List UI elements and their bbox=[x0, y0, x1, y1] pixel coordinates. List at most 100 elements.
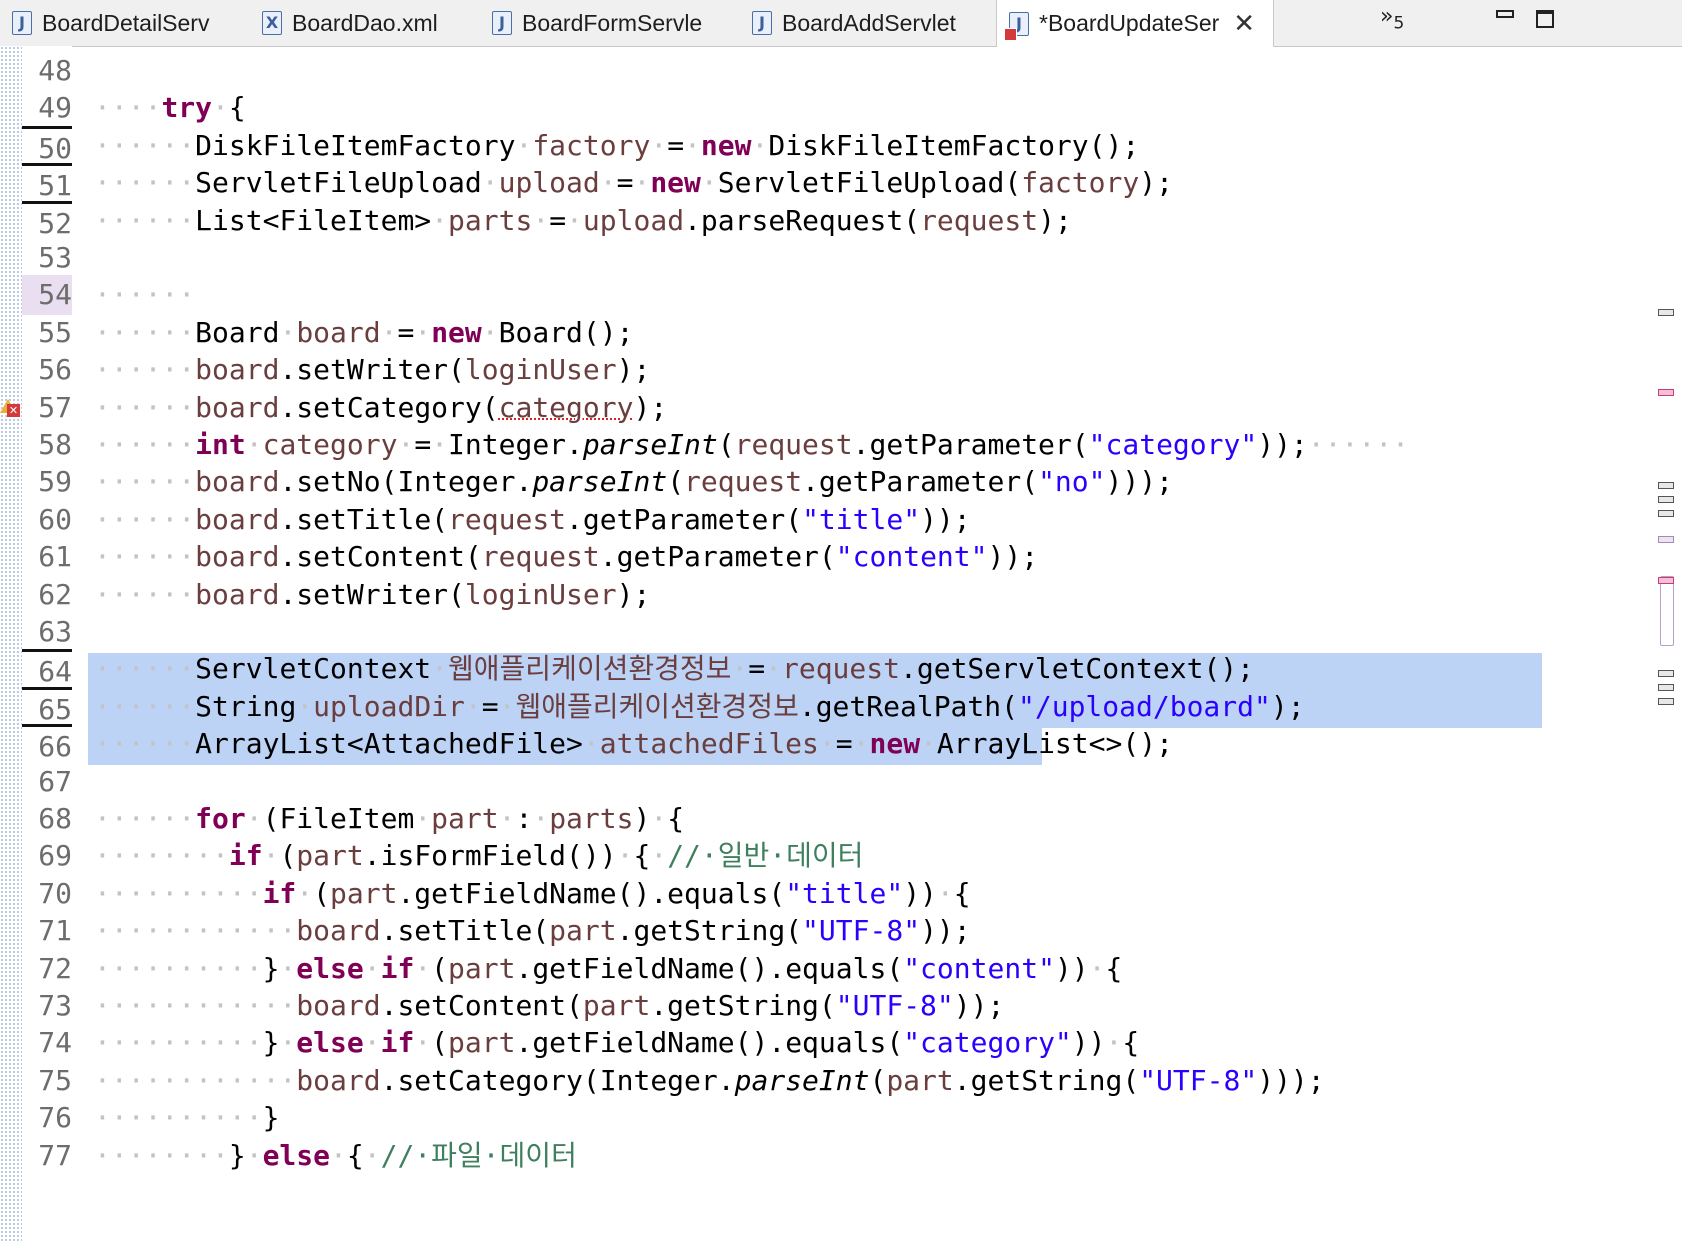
line-number[interactable]: 72 bbox=[22, 949, 72, 989]
line-number[interactable]: 57 bbox=[22, 388, 72, 428]
code-text: { bbox=[1105, 952, 1123, 985]
line-number[interactable]: 62 bbox=[22, 575, 72, 615]
code-text: { bbox=[633, 839, 651, 872]
line-number[interactable]: 71 bbox=[22, 911, 72, 951]
code-line[interactable]: ········}·else·{·//·파일·데이터 bbox=[94, 1136, 577, 1176]
tab-boarddao-xml[interactable]: X BoardDao.xml bbox=[262, 0, 438, 46]
code-line[interactable]: ······board.setCategory(category); bbox=[94, 388, 667, 428]
whitespace-marker: · bbox=[245, 1139, 263, 1172]
tab-boardformservlet[interactable]: J BoardFormServle bbox=[492, 0, 702, 46]
code-line[interactable]: ······List<FileItem>·parts·=·upload.pars… bbox=[94, 201, 1072, 241]
overview-marker[interactable] bbox=[1658, 670, 1674, 677]
line-number[interactable]: 54 bbox=[22, 275, 72, 315]
code-line[interactable]: ········if·(part.isFormField())·{·//·일반·… bbox=[94, 836, 863, 876]
line-number[interactable]: 76 bbox=[22, 1098, 72, 1138]
line-number[interactable]: 63 bbox=[22, 612, 72, 652]
code-line[interactable]: ······String·uploadDir·=·웹애플리케이션환경정보.get… bbox=[94, 687, 1305, 727]
line-number[interactable]: 61 bbox=[22, 537, 72, 577]
overview-marker[interactable] bbox=[1658, 510, 1674, 517]
whitespace-marker: ············ bbox=[94, 989, 297, 1022]
tab-boardupdateservlet[interactable]: J *BoardUpdateSer ✕ bbox=[996, 0, 1275, 47]
close-icon[interactable]: ✕ bbox=[1233, 9, 1255, 39]
line-number[interactable]: 64 bbox=[22, 649, 72, 689]
whitespace-marker: ······ bbox=[94, 727, 196, 760]
overview-marker[interactable] bbox=[1658, 684, 1674, 691]
code-line[interactable]: ······ServletFileUpload·upload·=·new·Ser… bbox=[94, 163, 1173, 203]
code-line[interactable]: ······for·(FileItem·part·:·parts)·{ bbox=[94, 799, 684, 839]
overview-marker[interactable] bbox=[1658, 482, 1674, 489]
line-number[interactable]: 58 bbox=[22, 425, 72, 465]
line-number[interactable]: 53 bbox=[22, 238, 72, 278]
line-number[interactable]: 70 bbox=[22, 874, 72, 914]
code-line[interactable]: ······board.setTitle(request.getParamete… bbox=[94, 500, 971, 540]
minimize-icon[interactable] bbox=[1496, 10, 1514, 18]
line-number[interactable]: 48 bbox=[22, 51, 72, 91]
line-number[interactable]: 52 bbox=[22, 201, 72, 241]
method-name: parseInt bbox=[582, 428, 718, 461]
line-number[interactable]: 49 bbox=[22, 88, 72, 128]
line-number[interactable]: 67 bbox=[22, 762, 72, 802]
code-line[interactable]: ······board.setContent(request.getParame… bbox=[94, 537, 1038, 577]
line-number[interactable]: 59 bbox=[22, 462, 72, 502]
code-line[interactable]: ······Board·board·=·new·Board(); bbox=[94, 313, 633, 353]
line-number[interactable]: 65 bbox=[22, 687, 72, 727]
tab-boarddetailservlet[interactable]: J BoardDetailServ bbox=[12, 0, 209, 46]
code-line[interactable]: ······int·category·=·Integer.parseInt(re… bbox=[94, 425, 1409, 465]
tab-overflow-button[interactable]: »5 bbox=[1380, 4, 1404, 33]
string-literal: "UTF-8" bbox=[1139, 1064, 1258, 1097]
line-number[interactable]: 74 bbox=[22, 1023, 72, 1063]
code-text: String bbox=[195, 690, 297, 723]
code-line[interactable]: ··········if·(part.getFieldName().equals… bbox=[94, 874, 971, 914]
identifier: part bbox=[330, 877, 398, 910]
line-number[interactable]: 75 bbox=[22, 1061, 72, 1101]
maximize-icon[interactable] bbox=[1536, 10, 1554, 28]
whitespace-marker: · bbox=[481, 316, 499, 349]
identifier: request bbox=[481, 540, 600, 573]
code-text: Integer. bbox=[448, 428, 583, 461]
code-line[interactable]: ······ServletContext·웹애플리케이션환경정보·=·reque… bbox=[94, 649, 1254, 689]
line-number[interactable]: 60 bbox=[22, 500, 72, 540]
line-number[interactable]: 50 bbox=[22, 126, 72, 166]
line-number[interactable]: 73 bbox=[22, 986, 72, 1026]
overview-marker[interactable] bbox=[1658, 496, 1674, 503]
error-identifier: category bbox=[498, 391, 634, 424]
code-text: ( bbox=[279, 839, 297, 872]
code-line[interactable]: ············board.setCategory(Integer.pa… bbox=[94, 1061, 1325, 1101]
line-number[interactable]: 77 bbox=[22, 1136, 72, 1176]
whitespace-marker: · bbox=[363, 952, 381, 985]
code-line[interactable]: ············board.setContent(part.getStr… bbox=[94, 986, 1004, 1026]
overview-ruler[interactable] bbox=[1650, 46, 1682, 1242]
code-line[interactable]: ··········} bbox=[94, 1098, 279, 1138]
line-number[interactable]: 69 bbox=[22, 836, 72, 876]
tab-label: BoardDetailServ bbox=[42, 9, 210, 36]
overview-marker[interactable] bbox=[1658, 309, 1674, 316]
code-line[interactable]: ··········}·else·if·(part.getFieldName()… bbox=[94, 949, 1122, 989]
overview-error-marker[interactable] bbox=[1658, 577, 1674, 584]
line-number[interactable]: 51 bbox=[22, 163, 72, 203]
code-line[interactable]: ······ArrayList<AttachedFile>·attachedFi… bbox=[94, 724, 1173, 764]
tab-boardaddservlet[interactable]: J BoardAddServlet bbox=[752, 0, 956, 46]
code-text: = bbox=[549, 204, 567, 237]
code-text: .getFieldName().equals( bbox=[515, 952, 904, 985]
overview-scroll-thumb[interactable] bbox=[1660, 576, 1674, 646]
line-number[interactable]: 66 bbox=[22, 724, 72, 764]
code-line[interactable]: ······DiskFileItemFactory·factory·=·new·… bbox=[94, 126, 1139, 166]
error-warning-icon[interactable]: ✕ bbox=[0, 399, 20, 417]
overview-marker[interactable] bbox=[1658, 698, 1674, 705]
code-line[interactable]: ··········}·else·if·(part.getFieldName()… bbox=[94, 1023, 1139, 1063]
code-line[interactable]: ······ bbox=[94, 275, 195, 315]
code-line[interactable]: ············board.setTitle(part.getStrin… bbox=[94, 911, 971, 951]
code-line[interactable]: ····try·{ bbox=[94, 88, 246, 128]
line-number[interactable]: 56 bbox=[22, 350, 72, 390]
annotation-ruler[interactable]: ✕ bbox=[0, 46, 22, 1242]
code-line[interactable]: ······board.setWriter(loginUser); bbox=[94, 575, 650, 615]
code-editor-area[interactable]: ····try·{······DiskFileItemFactory·facto… bbox=[88, 46, 1654, 1242]
line-number-gutter[interactable]: 48 49 50 51 52 53 54 55 56 57 58 59 60 61 62 63 64 65 66 67… bbox=[22, 46, 72, 1242]
overview-marker[interactable] bbox=[1658, 536, 1674, 543]
code-line[interactable]: ······board.setWriter(loginUser); bbox=[94, 350, 650, 390]
line-number[interactable]: 55 bbox=[22, 313, 72, 353]
overview-error-marker[interactable] bbox=[1658, 389, 1674, 396]
string-literal: "content" bbox=[903, 952, 1055, 985]
code-line[interactable]: ······board.setNo(Integer.parseInt(reque… bbox=[94, 462, 1173, 502]
line-number[interactable]: 68 bbox=[22, 799, 72, 839]
